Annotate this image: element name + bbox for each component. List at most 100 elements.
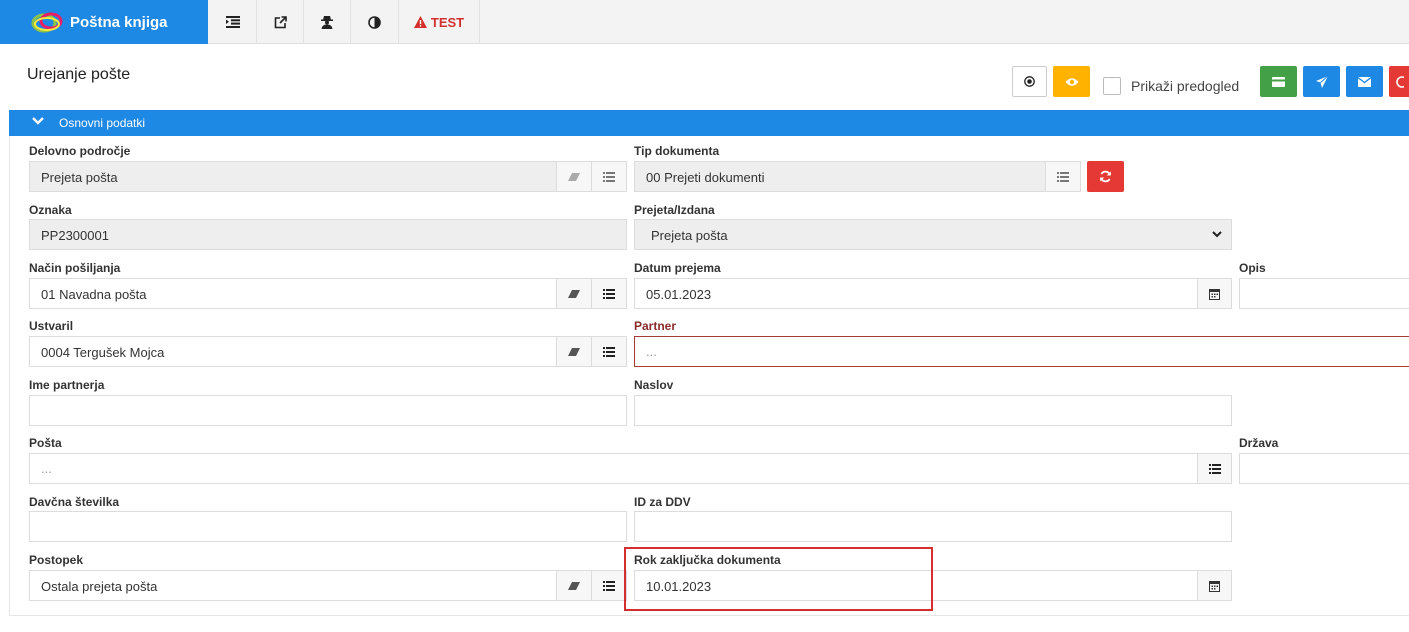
posta-list-button[interactable]	[1197, 453, 1232, 484]
nacin-posiljanja-field[interactable]: 01 Navadna pošta	[29, 278, 627, 309]
external-link-icon	[274, 15, 287, 28]
id-za-ddv-label: ID za DDV	[634, 495, 691, 509]
app-title: Poštna knjiga	[70, 14, 168, 31]
list-icon	[603, 580, 615, 591]
eraser-icon	[568, 289, 580, 298]
external-link-button[interactable]	[257, 0, 304, 44]
email-button[interactable]	[1346, 66, 1383, 97]
tip-dokumenta-label: Tip dokumenta	[634, 144, 720, 158]
contrast-button[interactable]	[351, 0, 399, 44]
ustvaril-value: 0004 Tergušek Mojca	[41, 345, 165, 360]
prejeta-izdana-value: Prejeta pošta	[651, 228, 728, 243]
preview-checkbox-label: Prikaži predogled	[1131, 78, 1240, 94]
preview-checkbox[interactable]	[1103, 77, 1121, 95]
stop-circle-icon	[1024, 76, 1035, 87]
delovno-podrocje-label: Delovno področje	[29, 144, 131, 158]
section-title: Osnovni podatki	[59, 116, 146, 130]
top-bar: Poštna knjiga TEST	[0, 0, 1409, 44]
highlight-annotation	[624, 547, 933, 611]
posta-label: Pošta	[29, 436, 62, 450]
list-icon	[603, 346, 615, 357]
oznaka-field[interactable]: PP2300001	[29, 219, 627, 250]
ustvaril-label: Ustvaril	[29, 319, 74, 333]
davcna-stevilka-field[interactable]	[29, 511, 627, 542]
drzava-field[interactable]	[1239, 453, 1409, 484]
oznaka-label: Oznaka	[29, 203, 72, 217]
datum-prejema-calendar-button[interactable]	[1197, 278, 1232, 309]
chevron-down-icon	[32, 117, 44, 125]
nacin-posiljanja-clear-button[interactable]	[556, 278, 592, 309]
prejeta-izdana-label: Prejeta/Izdana	[634, 203, 715, 217]
send-icon	[1315, 75, 1328, 88]
stop-button[interactable]	[1012, 66, 1047, 97]
contrast-icon	[368, 15, 381, 29]
ustvaril-list-button[interactable]	[591, 336, 627, 367]
opis-field[interactable]	[1239, 278, 1409, 309]
partner-field[interactable]: ...	[634, 336, 1409, 367]
ime-partnerja-label: Ime partnerja	[29, 378, 105, 392]
eraser-icon	[568, 347, 580, 356]
delovno-podrocje-value: Prejeta pošta	[41, 170, 118, 185]
test-environment-button[interactable]: TEST	[399, 0, 480, 44]
postopek-field[interactable]: Ostala prejeta pošta	[29, 570, 627, 601]
eraser-icon	[568, 581, 580, 590]
postopek-list-button[interactable]	[591, 570, 627, 601]
refresh-icon	[1100, 170, 1111, 183]
ustvaril-field[interactable]: 0004 Tergušek Mojca	[29, 336, 627, 367]
ustvaril-clear-button[interactable]	[556, 336, 592, 367]
delovno-podrocje-clear-button[interactable]	[556, 161, 592, 192]
tip-dokumenta-field[interactable]: 00 Prejeti dokumenti	[634, 161, 1081, 192]
credit-card-icon	[1272, 76, 1285, 87]
drzava-label: Država	[1239, 436, 1279, 450]
list-icon	[603, 171, 615, 182]
list-indent-button[interactable]	[209, 0, 257, 44]
postopek-clear-button[interactable]	[556, 570, 592, 601]
list-icon	[603, 288, 615, 299]
nacin-posiljanja-value: 01 Navadna pošta	[41, 287, 147, 302]
calendar-icon	[1209, 288, 1220, 300]
posta-placeholder: ...	[41, 461, 52, 476]
eye-icon	[1065, 77, 1078, 86]
rok-zakljucka-calendar-button[interactable]	[1197, 570, 1232, 601]
posta-field[interactable]: ...	[29, 453, 1232, 484]
warning-icon	[413, 16, 427, 28]
palette-icon	[1396, 75, 1404, 88]
opis-label: Opis	[1239, 261, 1266, 275]
chevron-down-icon	[1212, 231, 1222, 238]
nacin-posiljanja-label: Način pošiljanja	[29, 261, 121, 275]
calendar-icon	[1209, 580, 1220, 592]
ime-partnerja-field[interactable]	[29, 395, 627, 426]
user-secret-icon	[321, 16, 333, 29]
list-icon	[1057, 171, 1069, 182]
delovno-podrocje-field[interactable]: Prejeta pošta	[29, 161, 627, 192]
tip-dokumenta-list-button[interactable]	[1045, 161, 1081, 192]
app-brand[interactable]: Poštna knjiga	[0, 0, 208, 44]
section-header[interactable]: Osnovni podatki	[9, 110, 1409, 136]
id-za-ddv-field[interactable]	[634, 511, 1232, 542]
page-title: Urejanje pošte	[27, 66, 131, 83]
incognito-button[interactable]	[304, 0, 351, 44]
naslov-label: Naslov	[634, 378, 674, 392]
send-button[interactable]	[1303, 66, 1340, 97]
envelope-icon	[1358, 76, 1371, 87]
test-label: TEST	[430, 14, 465, 30]
refresh-button[interactable]	[1087, 161, 1124, 192]
delovno-podrocje-list-button[interactable]	[591, 161, 627, 192]
more-actions-button[interactable]	[1389, 66, 1409, 97]
list-icon	[1208, 463, 1221, 474]
davcna-stevilka-label: Davčna številka	[29, 495, 120, 509]
oznaka-value: PP2300001	[41, 228, 109, 243]
datum-prejema-label: Datum prejema	[634, 261, 721, 275]
partner-label: Partner	[634, 319, 677, 333]
postopek-value: Ostala prejeta pošta	[41, 579, 158, 594]
payment-button[interactable]	[1260, 66, 1297, 97]
datum-prejema-value: 05.01.2023	[646, 287, 712, 302]
preview-eye-button[interactable]	[1053, 66, 1090, 97]
prejeta-izdana-select[interactable]: Prejeta pošta	[634, 219, 1232, 250]
datum-prejema-field[interactable]: 05.01.2023	[634, 278, 1232, 309]
naslov-field[interactable]	[634, 395, 1232, 426]
eraser-icon	[568, 172, 580, 181]
tip-dokumenta-value: 00 Prejeti dokumenti	[646, 170, 765, 185]
nacin-posiljanja-list-button[interactable]	[591, 278, 627, 309]
partner-placeholder: ...	[646, 344, 657, 359]
